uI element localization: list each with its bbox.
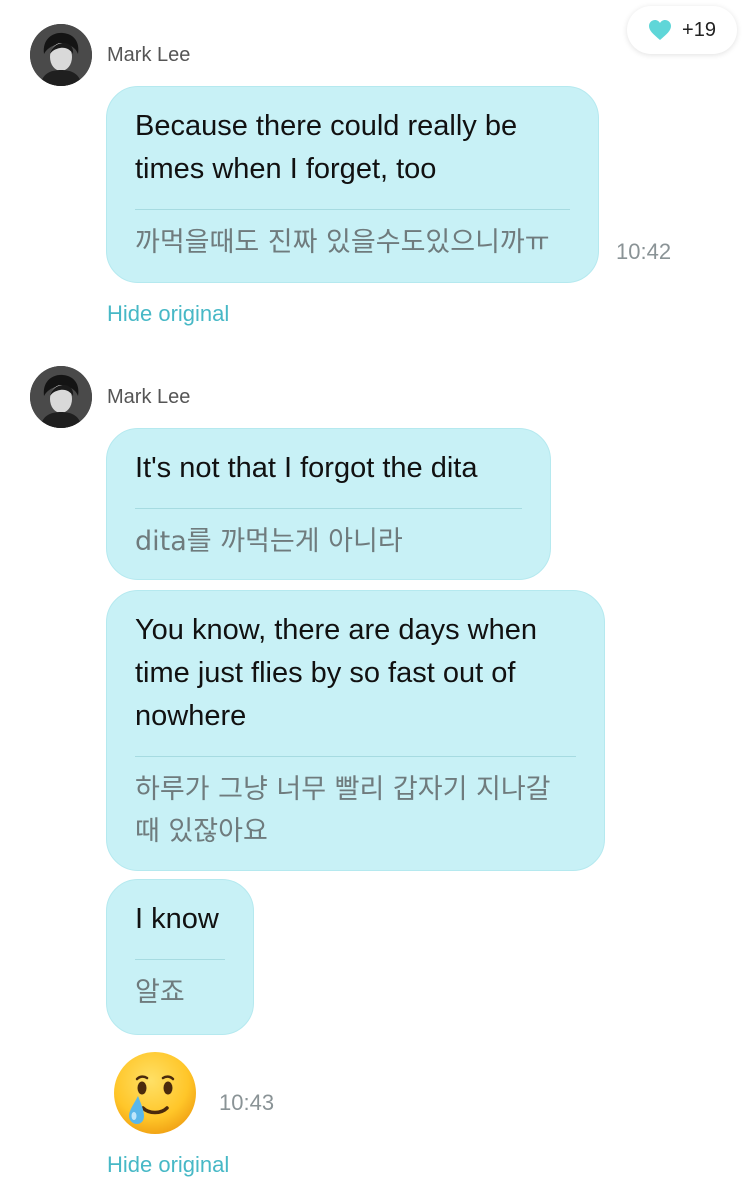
divider	[135, 756, 576, 757]
sender-name: Mark Lee	[107, 386, 191, 408]
hide-original-link[interactable]: Hide original	[107, 1152, 229, 1178]
divider	[135, 209, 570, 210]
original-text: dita를 까먹는게 아니라	[135, 526, 403, 557]
avatar-image	[30, 366, 92, 428]
original-text: 알죠	[135, 977, 185, 1008]
reaction-count: +19	[682, 18, 716, 41]
timestamp: 10:42	[616, 239, 672, 264]
divider	[135, 508, 522, 509]
heart-icon	[649, 20, 672, 40]
translated-text: Because there could really be times when…	[135, 110, 518, 185]
translated-text: It's not that I forgot the dita	[135, 452, 478, 484]
divider	[135, 959, 225, 960]
timestamp: 10:43	[219, 1090, 275, 1115]
reaction-badge[interactable]: +19	[627, 6, 737, 54]
message-bubble[interactable]: Because there could really be times when…	[106, 86, 599, 283]
avatar[interactable]	[30, 366, 92, 428]
smiling-face-with-tear-icon[interactable]	[112, 1050, 198, 1136]
hide-original-link[interactable]: Hide original	[107, 301, 229, 327]
message-bubble[interactable]: It's not that I forgot the dita dita를 까먹…	[106, 428, 551, 580]
message-bubble[interactable]: You know, there are days when time just …	[106, 590, 605, 871]
avatar[interactable]	[30, 24, 92, 86]
original-text: 까먹을때도 진짜 있을수도있으니까ㅠ	[135, 227, 550, 258]
avatar-image	[30, 24, 92, 86]
message-bubble[interactable]: I know 알죠	[106, 879, 254, 1035]
translated-text: You know, there are days when time just …	[135, 614, 537, 732]
sender-name: Mark Lee	[107, 44, 191, 66]
translated-text: I know	[135, 903, 219, 935]
original-text: 하루가 그냥 너무 빨리 갑자기 지나갈 때 있잖아요	[135, 774, 551, 847]
